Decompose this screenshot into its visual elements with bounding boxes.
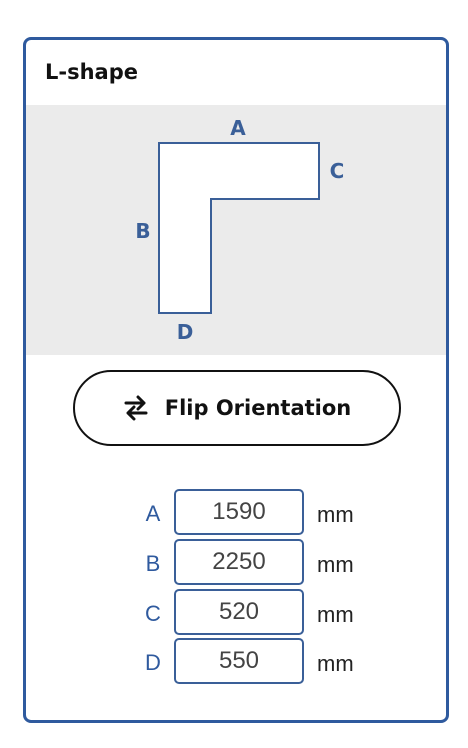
dimension-label-d: D bbox=[145, 650, 161, 675]
dimension-c-input[interactable] bbox=[174, 589, 304, 635]
dimension-row-b: B mm bbox=[26, 539, 446, 587]
unit-label: mm bbox=[317, 552, 354, 577]
diagram-label-b: B bbox=[135, 219, 150, 243]
dimension-row-d: D mm bbox=[26, 638, 446, 686]
l-shape-drawing: A B C D bbox=[135, 116, 345, 344]
card-title: L-shape bbox=[45, 60, 138, 84]
dimension-row-c: C mm bbox=[26, 589, 446, 637]
dimension-label-b: B bbox=[145, 551, 161, 576]
dimension-b-input[interactable] bbox=[174, 539, 304, 585]
unit-label: mm bbox=[317, 651, 354, 676]
diagram-label-a: A bbox=[230, 116, 246, 140]
dimension-label-c: C bbox=[145, 601, 161, 626]
flip-orientation-button[interactable]: Flip Orientation bbox=[73, 370, 401, 446]
dimension-d-input[interactable] bbox=[174, 638, 304, 684]
unit-label: mm bbox=[317, 602, 354, 627]
diagram-label-c: C bbox=[330, 159, 345, 183]
dimension-label-a: A bbox=[145, 501, 161, 526]
diagram-label-d: D bbox=[177, 320, 194, 344]
dimension-row-a: A mm bbox=[26, 489, 446, 537]
l-shape-outline bbox=[158, 142, 320, 314]
shape-diagram: A B C D bbox=[26, 105, 446, 355]
swap-arrows-icon bbox=[123, 393, 149, 423]
flip-orientation-label: Flip Orientation bbox=[164, 396, 352, 420]
l-shape-card: L-shape A B C D Flip Orientation A mm B … bbox=[23, 37, 449, 723]
unit-label: mm bbox=[317, 502, 354, 527]
dimension-a-input[interactable] bbox=[174, 489, 304, 535]
